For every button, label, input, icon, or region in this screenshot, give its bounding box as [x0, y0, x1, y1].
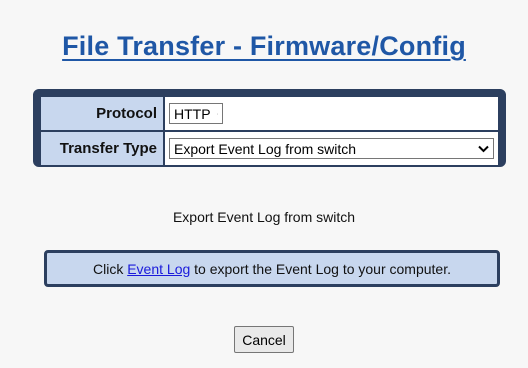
cancel-button[interactable]: Cancel: [234, 326, 294, 353]
transfer-settings-table: Protocol HTTP Transfer Type Export Event…: [39, 95, 500, 167]
transfer-type-select[interactable]: Export Event Log from switch: [169, 138, 494, 159]
transfer-settings-panel: Protocol HTTP Transfer Type Export Event…: [33, 89, 506, 167]
transfer-type-row: Transfer Type Export Event Log from swit…: [41, 132, 498, 165]
protocol-label: Protocol: [41, 97, 163, 130]
chevron-down-icon: [216, 113, 218, 114]
instructions-prefix: Click: [92, 260, 124, 277]
transfer-type-cell: Export Event Log from switch: [165, 132, 498, 165]
chevron-down-icon: [478, 145, 489, 152]
protocol-row: Protocol HTTP: [41, 97, 498, 130]
event-log-link[interactable]: Event Log: [127, 261, 190, 277]
instructions-suffix: to export the Event Log to your computer…: [194, 260, 451, 277]
transfer-type-label: Transfer Type: [41, 132, 163, 165]
protocol-cell: HTTP: [165, 97, 498, 130]
protocol-select-value: HTTP: [174, 105, 211, 122]
transfer-type-select-value: Export Event Log from switch: [174, 140, 357, 157]
protocol-select[interactable]: HTTP: [169, 103, 223, 124]
page-title: File Transfer - Firmware/Config: [62, 31, 466, 61]
page: File Transfer - Firmware/Config Protocol…: [0, 0, 528, 368]
export-instructions-box: Click Event Log to export the Event Log …: [44, 250, 500, 287]
transfer-status-text: Export Event Log from switch: [172, 209, 356, 225]
